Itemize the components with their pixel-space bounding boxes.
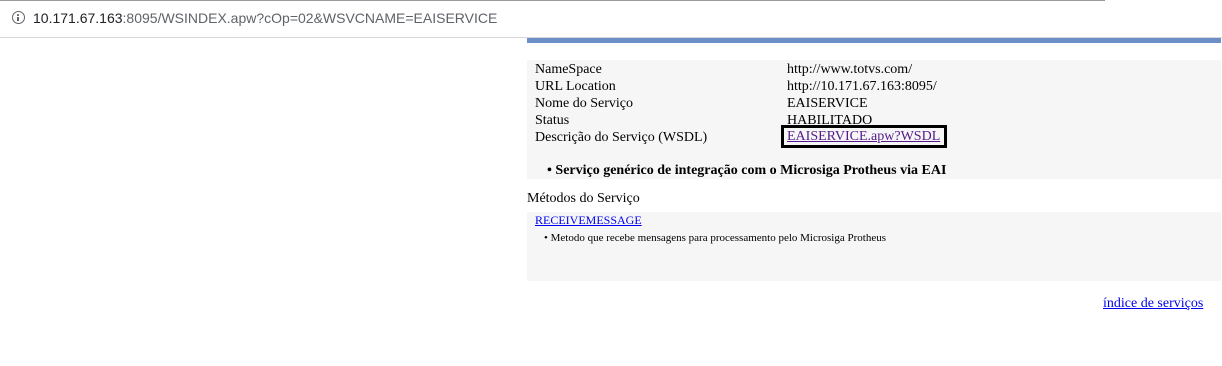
wsdl-label: Descrição do Serviço (WSDL)	[535, 130, 708, 145]
service-name-value: EAISERVICE	[787, 96, 868, 111]
header-bar	[527, 38, 1221, 43]
url-field[interactable]: 10.171.67.163:8095/WSINDEX.apw?cOp=02&WS…	[0, 0, 1222, 38]
url-host: 10.171.67.163	[33, 10, 123, 26]
wsdl-highlight-box	[781, 125, 947, 148]
service-properties-panel: NameSpace http://www.totvs.com/ URL Loca…	[527, 60, 1221, 179]
method-link-receivemessage[interactable]: RECEIVEMESSAGE	[535, 213, 642, 228]
methods-title: Métodos do Serviço	[527, 191, 640, 206]
methods-panel: RECEIVEMESSAGE • Metodo que recebe mensa…	[527, 212, 1221, 281]
url-text[interactable]: 10.171.67.163:8095/WSINDEX.apw?cOp=02&WS…	[33, 10, 497, 26]
namespace-value: http://www.totvs.com/	[787, 62, 913, 77]
status-label: Status	[535, 113, 570, 128]
services-index-link[interactable]: índice de serviços	[1103, 296, 1203, 312]
service-description: • Serviço genérico de integração com o M…	[547, 163, 947, 178]
info-icon[interactable]	[12, 11, 25, 24]
address-bar: 10.171.67.163:8095/WSINDEX.apw?cOp=02&WS…	[0, 0, 1222, 38]
method-description: • Metodo que recebe mensagens para proce…	[544, 232, 886, 244]
url-location-value: http://10.171.67.163:8095/	[787, 79, 937, 94]
url-location-label: URL Location	[535, 79, 616, 94]
service-name-label: Nome do Serviço	[535, 96, 633, 111]
url-path: :8095/WSINDEX.apw?cOp=02&WSVCNAME=EAISER…	[122, 10, 498, 26]
namespace-label: NameSpace	[535, 62, 602, 77]
